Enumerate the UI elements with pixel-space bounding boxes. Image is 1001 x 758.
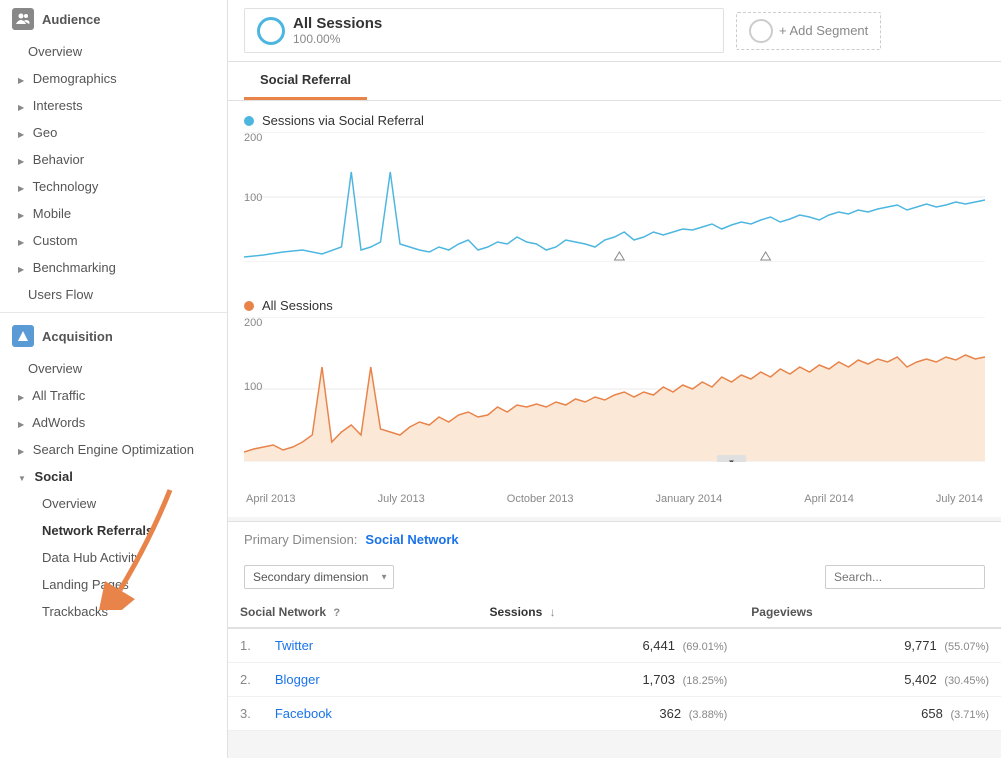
network-cell[interactable]: Blogger	[263, 663, 478, 697]
sidebar-item-behavior[interactable]: Behavior	[0, 146, 227, 173]
sidebar-subitem-social-overview[interactable]: Overview	[0, 490, 227, 517]
all-sessions-segment[interactable]: All Sessions 100.00%	[244, 8, 724, 53]
sidebar-section-acquisition[interactable]: Acquisition	[0, 317, 227, 355]
chart2-svg: ▼	[244, 317, 985, 462]
chart2-label: All Sessions	[262, 298, 333, 313]
sidebar-item-social[interactable]: Social	[0, 463, 227, 490]
sidebar-item-users-flow[interactable]: Users Flow	[0, 281, 227, 308]
primary-dimension-value: Social Network	[365, 532, 458, 547]
sidebar-item-custom[interactable]: Custom	[0, 227, 227, 254]
secondary-dim-row: Secondary dimension	[228, 557, 1001, 597]
primary-dimension-label: Primary Dimension:	[244, 532, 357, 547]
chart1-label: Sessions via Social Referral	[262, 113, 424, 128]
chart2-dot	[244, 301, 254, 311]
chart1-svg	[244, 132, 985, 262]
chart1-legend: Sessions via Social Referral	[244, 113, 985, 128]
sidebar-subitem-network-referrals[interactable]: Network Referrals	[0, 517, 227, 544]
x-label-3: January 2014	[656, 493, 723, 505]
add-segment-button[interactable]: + Add Segment	[736, 12, 881, 50]
audience-label: Audience	[42, 12, 101, 27]
segment-bar: All Sessions 100.00% + Add Segment	[228, 0, 1001, 62]
sessions-cell: 1,703 (18.25%)	[478, 663, 740, 697]
segment-name: All Sessions 100.00%	[293, 15, 382, 46]
network-cell[interactable]: Facebook	[263, 697, 478, 731]
table-row: 1. Twitter 6,441 (69.01%) 9,771 (55.07%)	[228, 628, 1001, 663]
sort-arrow-icon: ↓	[550, 605, 556, 619]
secondary-dim-wrapper[interactable]: Secondary dimension	[244, 565, 394, 589]
th-pageviews: Pageviews	[739, 597, 1001, 628]
data-table: Social Network ? Sessions ↓ Pageviews 1.…	[228, 597, 1001, 731]
table-row: 3. Facebook 362 (3.88%) 658 (3.71%)	[228, 697, 1001, 731]
x-axis-labels: April 2013 July 2013 October 2013 Januar…	[244, 493, 985, 505]
sidebar-item-demographics[interactable]: Demographics	[0, 65, 227, 92]
rank-cell: 1.	[228, 628, 263, 663]
chart1-dot	[244, 116, 254, 126]
secondary-dim-select[interactable]: Secondary dimension	[244, 565, 394, 589]
sidebar-item-adwords[interactable]: AdWords	[0, 409, 227, 436]
rank-cell: 2.	[228, 663, 263, 697]
table-row: 2. Blogger 1,703 (18.25%) 5,402 (30.45%)	[228, 663, 1001, 697]
sidebar-item-mobile[interactable]: Mobile	[0, 200, 227, 227]
sidebar-subitem-landing-pages[interactable]: Landing Pages	[0, 571, 227, 598]
sidebar-subitem-trackbacks[interactable]: Trackbacks	[0, 598, 227, 625]
sessions-cell: 362 (3.88%)	[478, 697, 740, 731]
svg-text:▼: ▼	[728, 458, 736, 462]
tab-social-referral[interactable]: Social Referral	[244, 62, 367, 100]
network-cell[interactable]: Twitter	[263, 628, 478, 663]
sessions-cell: 6,441 (69.01%)	[478, 628, 740, 663]
x-label-1: July 2013	[378, 493, 425, 505]
sidebar-subitem-data-hub-activity[interactable]: Data Hub Activity	[0, 544, 227, 571]
x-label-5: July 2014	[936, 493, 983, 505]
primary-dimension-row: Primary Dimension: Social Network	[228, 521, 1001, 557]
main-content: All Sessions 100.00% + Add Segment Socia…	[228, 0, 1001, 758]
tab-bar: Social Referral	[228, 62, 1001, 101]
pageviews-cell: 658 (3.71%)	[739, 697, 1001, 731]
pageviews-cell: 5,402 (30.45%)	[739, 663, 1001, 697]
rank-cell: 3.	[228, 697, 263, 731]
chart1-y-mid: 100	[244, 192, 262, 204]
sidebar-item-technology[interactable]: Technology	[0, 173, 227, 200]
x-label-4: April 2014	[804, 493, 854, 505]
th-social-network: Social Network ?	[228, 597, 478, 628]
table-header-row: Social Network ? Sessions ↓ Pageviews	[228, 597, 1001, 628]
segment-circle	[257, 17, 285, 45]
x-label-0: April 2013	[246, 493, 296, 505]
question-icon: ?	[333, 607, 340, 619]
chart2-container: 200 100 ▼	[244, 317, 985, 477]
sidebar-item-interests[interactable]: Interests	[0, 92, 227, 119]
sidebar-item-seo[interactable]: Search Engine Optimization	[0, 436, 227, 463]
sidebar-item-all-traffic[interactable]: All Traffic	[0, 382, 227, 409]
chart2-y-mid: 100	[244, 381, 262, 393]
table-search-input[interactable]	[825, 565, 985, 589]
chart2-legend: All Sessions	[244, 298, 985, 313]
sidebar: Audience Overview Demographics Interests…	[0, 0, 228, 758]
acquisition-icon	[12, 325, 34, 347]
sidebar-section-audience[interactable]: Audience	[0, 0, 227, 38]
sidebar-item-geo[interactable]: Geo	[0, 119, 227, 146]
audience-icon	[12, 8, 34, 30]
charts-area: Sessions via Social Referral 200 100 All…	[228, 101, 1001, 517]
sidebar-item-audience-overview[interactable]: Overview	[0, 38, 227, 65]
chart1-y-max: 200	[244, 132, 262, 144]
sidebar-item-acq-overview[interactable]: Overview	[0, 355, 227, 382]
chart2-y-max: 200	[244, 317, 262, 329]
chart1-container: 200 100	[244, 132, 985, 282]
sidebar-item-benchmarking[interactable]: Benchmarking	[0, 254, 227, 281]
add-segment-circle-icon	[749, 19, 773, 43]
pageviews-cell: 9,771 (55.07%)	[739, 628, 1001, 663]
acquisition-label: Acquisition	[42, 329, 113, 344]
x-label-2: October 2013	[507, 493, 574, 505]
th-sessions[interactable]: Sessions ↓	[478, 597, 740, 628]
